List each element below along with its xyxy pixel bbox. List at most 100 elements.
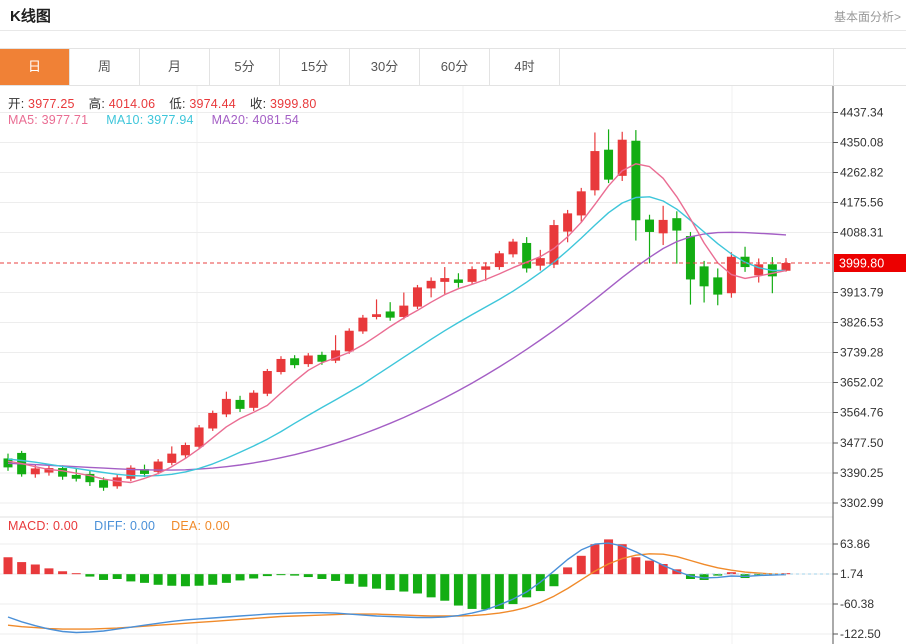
macd-bar bbox=[290, 574, 299, 575]
chart-area: 4437.344350.084262.824175.564088.313913.… bbox=[0, 86, 906, 644]
candle-body bbox=[563, 213, 572, 231]
candle-body bbox=[276, 359, 285, 372]
candle-body bbox=[31, 468, 40, 474]
macd-bar bbox=[208, 574, 217, 585]
macd-bar bbox=[645, 561, 654, 575]
candle-body bbox=[454, 279, 463, 282]
macd-bar bbox=[413, 574, 422, 593]
macd-bar bbox=[44, 568, 53, 574]
macd-bar bbox=[236, 574, 245, 580]
candle-body bbox=[317, 355, 326, 362]
candle-body bbox=[659, 220, 668, 233]
kline-chart-svg: 4437.344350.084262.824175.564088.313913.… bbox=[0, 86, 906, 644]
candle-body bbox=[468, 269, 477, 282]
candle-body bbox=[700, 266, 709, 286]
macd-bar bbox=[345, 574, 354, 584]
macd-bar bbox=[386, 574, 395, 590]
current-price-label: 3999.80 bbox=[839, 257, 884, 271]
candle-body bbox=[222, 399, 231, 414]
tab-period-1[interactable]: 周 bbox=[70, 49, 140, 85]
main-axis-label: 4262.82 bbox=[840, 165, 884, 179]
macd-bar bbox=[113, 574, 122, 579]
macd-bar bbox=[604, 539, 613, 574]
candle-body bbox=[399, 306, 408, 317]
ma20-line bbox=[8, 232, 786, 470]
candle-body bbox=[440, 278, 449, 282]
main-axis-label: 3913.79 bbox=[840, 286, 884, 300]
widget-header: K线图 基本面分析> bbox=[0, 0, 906, 31]
period-tabs: 日周月5分15分30分60分4时 bbox=[0, 48, 906, 86]
candle-body bbox=[372, 314, 381, 317]
candles-layer bbox=[4, 129, 791, 490]
candle-body bbox=[604, 150, 613, 180]
tab-period-4[interactable]: 15分 bbox=[280, 49, 350, 85]
main-axis-label: 3826.53 bbox=[840, 316, 884, 330]
main-axis-label: 3390.25 bbox=[840, 466, 884, 480]
fundamental-analysis-link[interactable]: 基本面分析> bbox=[834, 8, 901, 25]
candle-body bbox=[304, 356, 313, 365]
macd-bar bbox=[427, 574, 436, 597]
tab-axis-divider bbox=[833, 48, 834, 86]
macd-bar bbox=[481, 574, 490, 609]
candle-body bbox=[358, 318, 367, 332]
candle-body bbox=[58, 468, 67, 477]
macd-bar bbox=[58, 571, 67, 574]
macd-bar bbox=[222, 574, 231, 583]
macd-bar bbox=[99, 574, 108, 580]
macd-bar bbox=[454, 574, 463, 605]
macd-bar bbox=[276, 574, 285, 575]
candle-body bbox=[99, 480, 108, 488]
candle-body bbox=[236, 400, 245, 409]
macd-bar bbox=[4, 557, 13, 574]
macd-bar bbox=[263, 574, 272, 576]
macd-bar bbox=[468, 574, 477, 609]
macd-bar bbox=[249, 574, 258, 578]
macd-bar bbox=[563, 567, 572, 574]
candle-body bbox=[72, 475, 81, 479]
candle-body bbox=[181, 445, 190, 455]
tab-period-2[interactable]: 月 bbox=[140, 49, 210, 85]
macd-bar bbox=[549, 574, 558, 586]
candle-body bbox=[208, 413, 217, 428]
candle-body bbox=[495, 253, 504, 267]
tab-period-5[interactable]: 30分 bbox=[350, 49, 420, 85]
main-axis-label: 3477.50 bbox=[840, 436, 884, 450]
macd-axis-label: -122.50 bbox=[840, 627, 881, 641]
macd-bar bbox=[631, 557, 640, 574]
candle-body bbox=[386, 311, 395, 317]
macd-bar bbox=[85, 574, 94, 576]
dea-line bbox=[8, 554, 786, 629]
macd-bar bbox=[358, 574, 367, 587]
macd-bar bbox=[195, 574, 204, 586]
page-title: K线图 bbox=[10, 5, 51, 26]
main-axis-label: 3739.28 bbox=[840, 346, 884, 360]
macd-bar bbox=[181, 574, 190, 586]
main-axis-label: 3302.99 bbox=[840, 496, 884, 510]
ma5-line bbox=[8, 164, 786, 483]
macd-bar bbox=[372, 574, 381, 588]
candle-body bbox=[263, 371, 272, 394]
macd-bar bbox=[72, 573, 81, 574]
tab-period-0[interactable]: 日 bbox=[0, 49, 70, 85]
tab-period-3[interactable]: 5分 bbox=[210, 49, 280, 85]
candle-body bbox=[645, 220, 654, 232]
macd-axis-label: -60.38 bbox=[840, 597, 874, 611]
macd-bar bbox=[304, 574, 313, 577]
candle-body bbox=[481, 266, 490, 269]
main-axis-label: 3652.02 bbox=[840, 376, 884, 390]
candle-body bbox=[672, 218, 681, 230]
candle-body bbox=[522, 243, 531, 268]
candle-body bbox=[290, 358, 299, 365]
candle-body bbox=[195, 427, 204, 446]
candle-body bbox=[686, 236, 695, 279]
candle-body bbox=[631, 141, 640, 221]
macd-bar bbox=[31, 565, 40, 575]
candle-body bbox=[413, 287, 422, 306]
candle-body bbox=[590, 151, 599, 190]
macd-bar bbox=[140, 574, 149, 583]
macd-bar bbox=[17, 562, 26, 574]
tab-period-7[interactable]: 4时 bbox=[490, 49, 560, 85]
candle-body bbox=[345, 331, 354, 352]
tab-period-6[interactable]: 60分 bbox=[420, 49, 490, 85]
candle-body bbox=[713, 277, 722, 294]
